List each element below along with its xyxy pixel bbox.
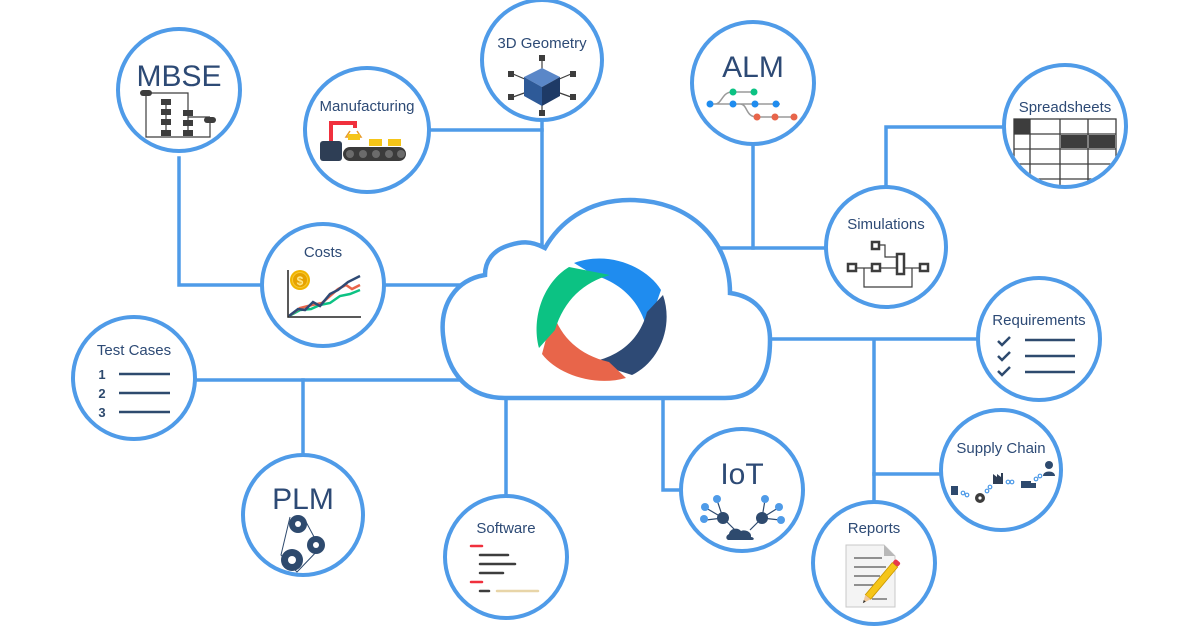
diagram-canvas: MBSE Manufacturing 3D Geometry ALM Sprea…	[71, 0, 1128, 626]
list-number: 3	[98, 405, 105, 420]
node-label: ALM	[722, 51, 784, 84]
node-geometry[interactable]: 3D Geometry	[480, 0, 604, 122]
node-requirements[interactable]: Requirements	[976, 276, 1102, 402]
node-software[interactable]: Software	[443, 494, 569, 620]
node-testcases[interactable]: Test Cases 1 2 3	[71, 315, 197, 441]
node-label: 3D Geometry	[497, 35, 587, 52]
node-label: Simulations	[847, 216, 925, 233]
node-mbse[interactable]: MBSE	[116, 27, 242, 153]
node-label: Manufacturing	[319, 98, 414, 115]
node-label: Spreadsheets	[1019, 99, 1112, 116]
integration-diagram: MBSE Manufacturing 3D Geometry ALM Sprea…	[0, 0, 1200, 628]
node-label: Software	[476, 520, 535, 537]
node-label: MBSE	[136, 60, 221, 93]
node-label: PLM	[272, 483, 334, 516]
node-plm[interactable]: PLM	[241, 453, 365, 577]
node-label: Test Cases	[97, 342, 171, 359]
node-label: IoT	[720, 458, 763, 491]
document-pencil-icon	[845, 544, 901, 608]
node-label: Supply Chain	[956, 440, 1045, 457]
connector-iot	[661, 398, 684, 492]
central-cloud-hub[interactable]	[440, 197, 773, 401]
connector-alm	[718, 142, 755, 250]
node-costs[interactable]: Costs $	[260, 222, 386, 348]
connector-mbse	[177, 156, 266, 287]
node-spreadsheets[interactable]: Spreadsheets	[1002, 63, 1128, 199]
node-label: Requirements	[992, 312, 1085, 329]
node-supplychain[interactable]: Supply Chain	[939, 408, 1063, 532]
node-alm[interactable]: ALM	[690, 20, 816, 146]
svg-text:$: $	[297, 274, 304, 288]
node-label: Reports	[848, 520, 901, 537]
list-number: 2	[98, 386, 105, 401]
node-iot[interactable]: IoT	[679, 427, 805, 553]
list-number: 1	[98, 367, 105, 382]
node-reports[interactable]: Reports	[811, 500, 937, 626]
connector-spreadsheets	[884, 125, 1007, 190]
node-simulations[interactable]: Simulations	[824, 185, 948, 309]
node-manufacturing[interactable]: Manufacturing	[303, 66, 431, 194]
node-label: Costs	[304, 244, 342, 261]
